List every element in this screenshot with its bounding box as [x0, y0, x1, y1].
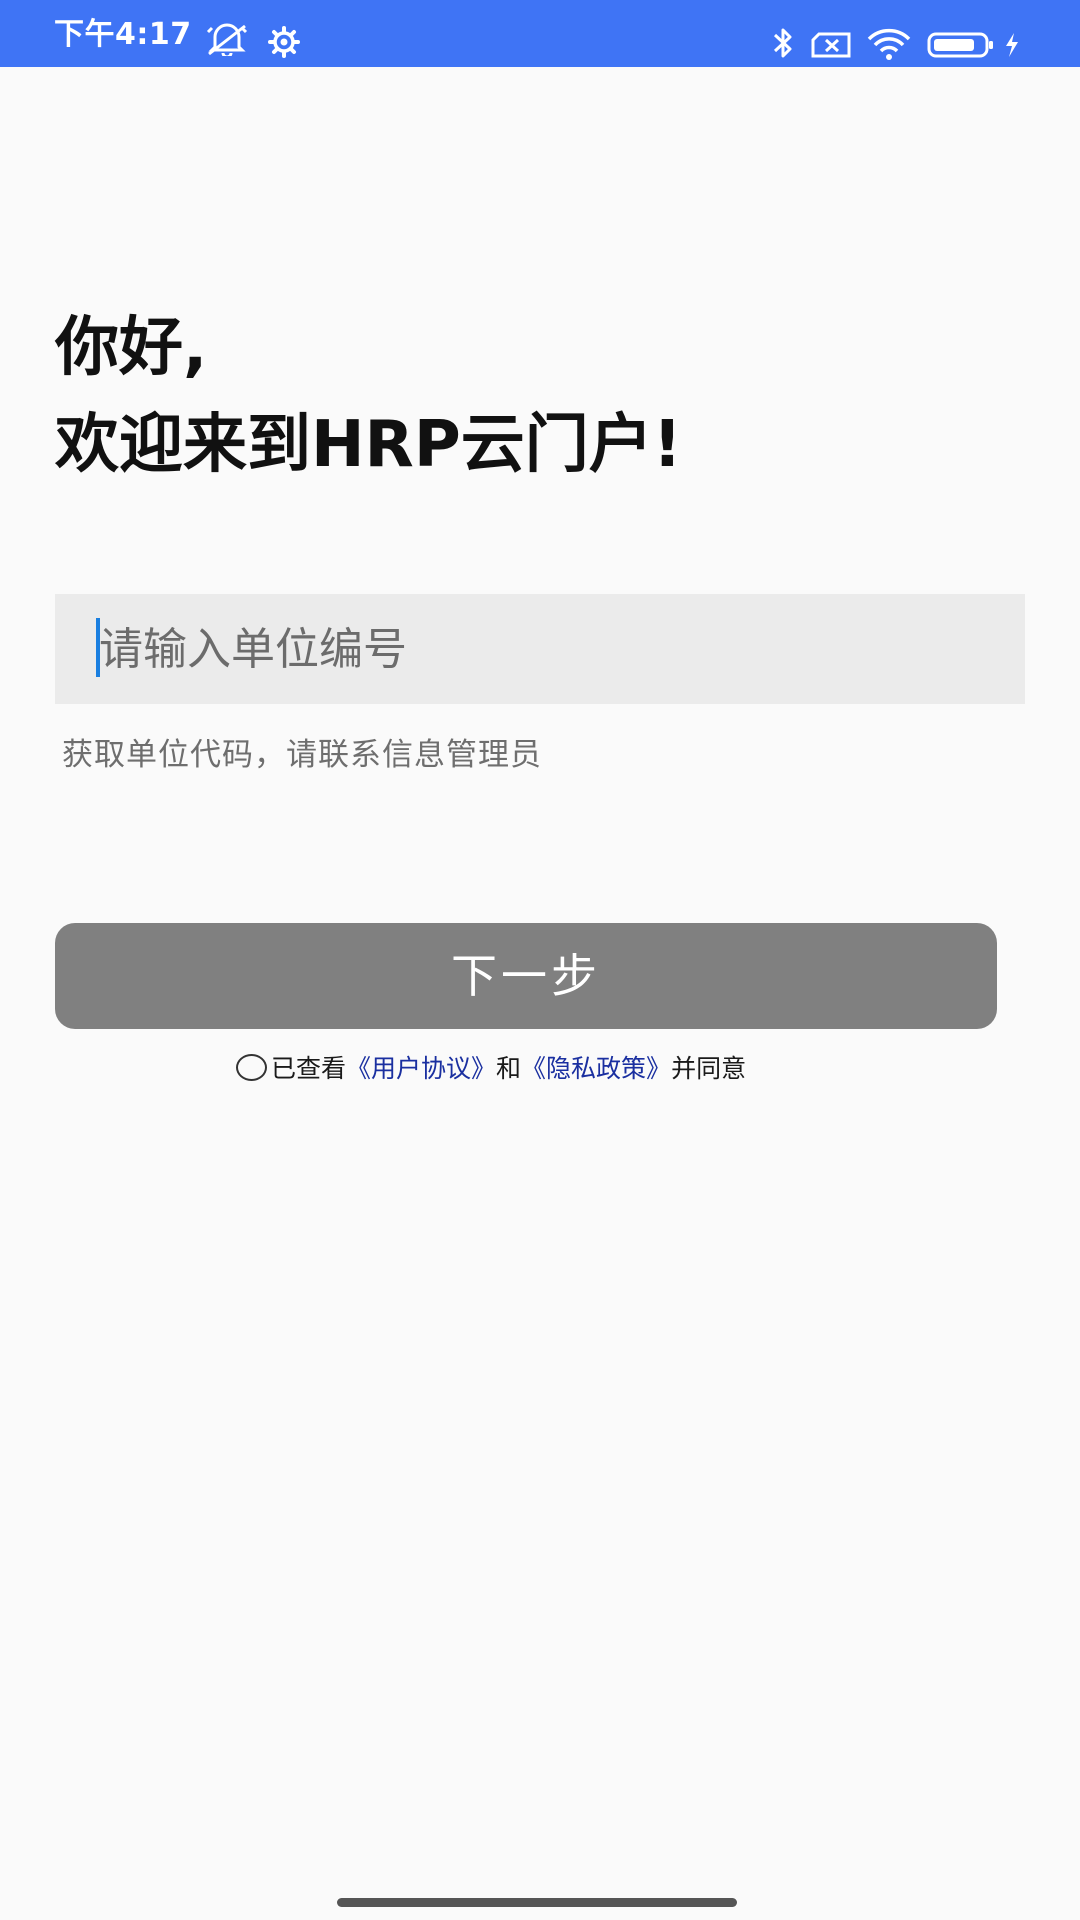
agreement-radio[interactable]: [236, 1053, 267, 1081]
next-step-button[interactable]: 下一步: [55, 923, 997, 1029]
text-cursor: [96, 618, 100, 677]
sim-card-icon: [811, 32, 851, 58]
agreement-prefix: 已查看: [271, 1054, 347, 1083]
user-agreement-link[interactable]: 《用户协议》: [346, 1049, 496, 1085]
unit-code-hint: 获取单位代码，请联系信息管理员: [62, 737, 542, 773]
unit-number-input[interactable]: [55, 594, 1025, 704]
agreement-and: 和: [496, 1054, 522, 1083]
status-bar: 下午4:17: [0, 0, 1080, 67]
privacy-policy-link[interactable]: 《隐私政策》: [521, 1049, 671, 1085]
home-indicator[interactable]: [337, 1898, 737, 1907]
greeting-line-welcome: 欢迎来到HRP云门户!: [55, 408, 682, 482]
battery-icon: [927, 32, 993, 58]
status-time: 下午4:17: [54, 17, 192, 52]
charging-icon: [1006, 33, 1018, 57]
app-screen: 下午4:17 你好, 欢迎来到HRP云门户! 请输入单位编号 获取单位代码，请联…: [0, 0, 1080, 1920]
agreement-suffix: 并同意: [671, 1054, 747, 1083]
bluetooth-icon: [773, 28, 792, 58]
agreement-row: 已查看 《用户协议》 和 《隐私政策》 并同意: [236, 1047, 746, 1087]
alarm-off-icon: [206, 23, 248, 56]
wifi-icon: [867, 28, 911, 60]
welcome-heading: 你好, 欢迎来到HRP云门户!: [55, 300, 682, 494]
gear-icon: [268, 26, 300, 58]
greeting-line-hello: 你好,: [55, 311, 208, 385]
